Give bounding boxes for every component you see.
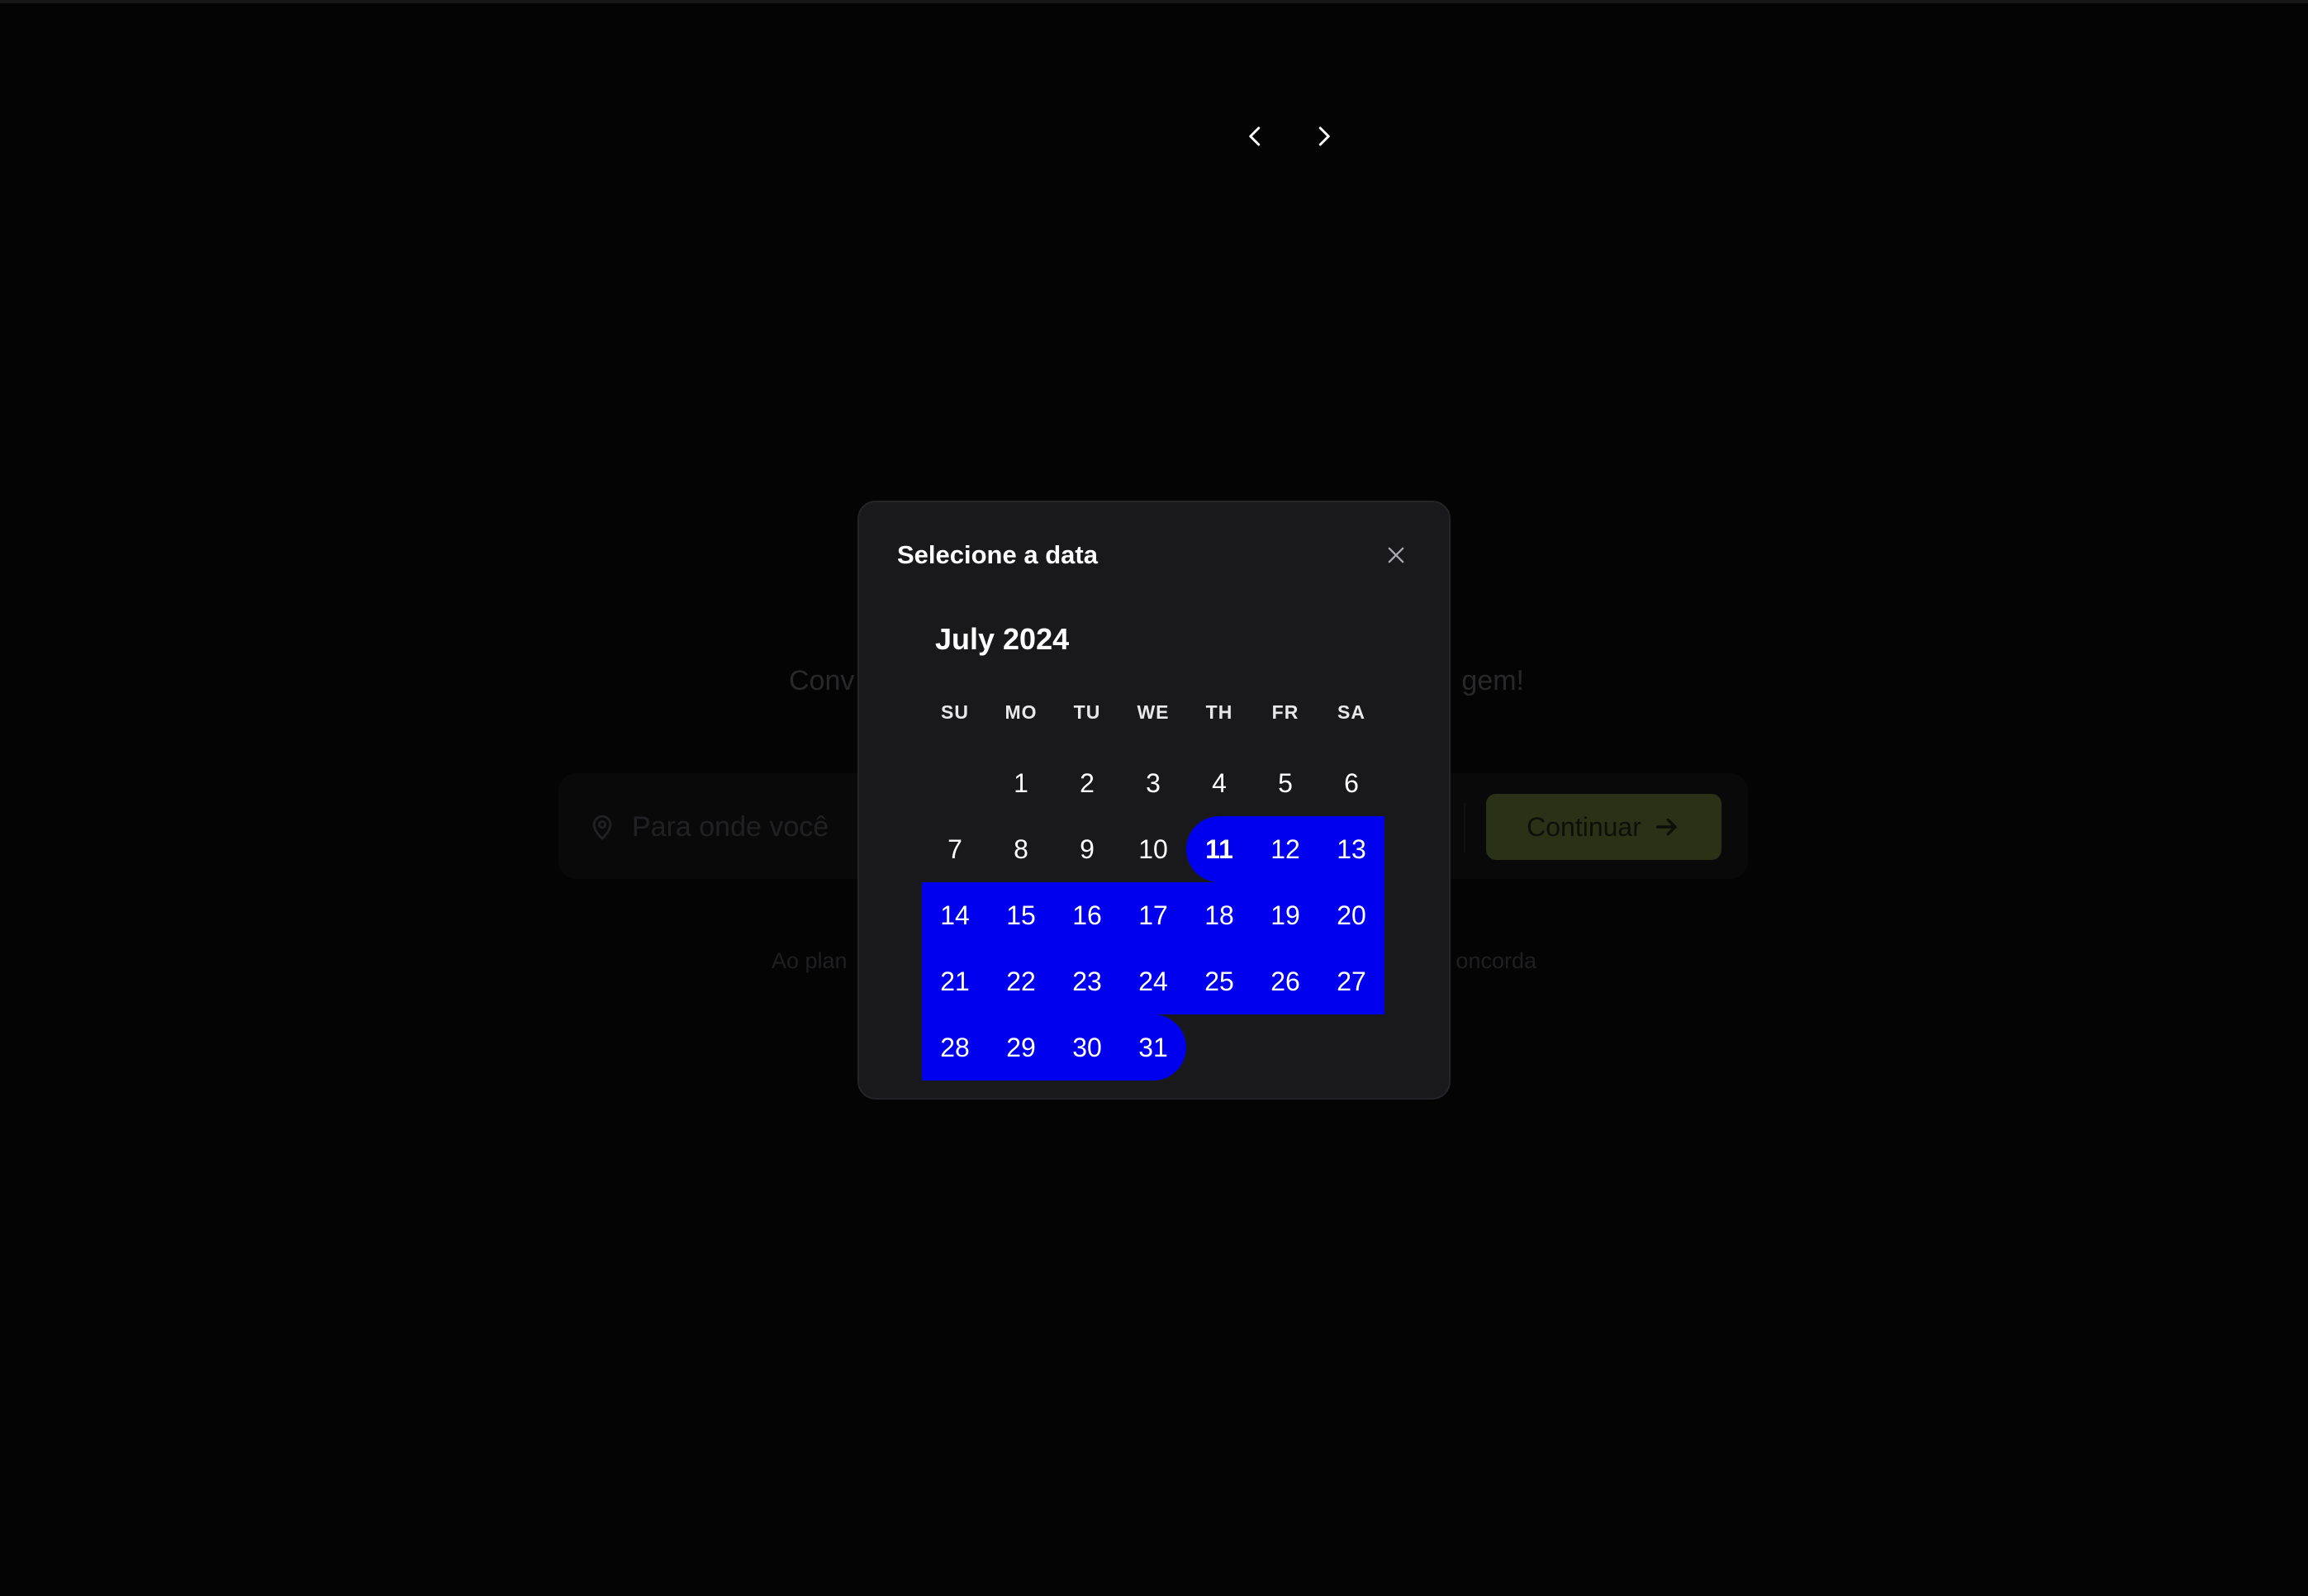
weekday-label: TH xyxy=(1205,701,1233,723)
weekday-label: SU xyxy=(941,701,969,723)
calendar-week-row: 14 15 16 17 18 19 20 xyxy=(922,882,1384,948)
calendar-week-row: 7 8 9 10 11 12 13 xyxy=(922,816,1384,882)
calendar-day-3[interactable]: 3 xyxy=(1120,750,1186,816)
previous-month-button[interactable] xyxy=(1235,116,1276,157)
calendar-day-4[interactable]: 4 xyxy=(1186,750,1252,816)
calendar-day-17[interactable]: 17 xyxy=(1120,882,1186,948)
chevron-right-icon xyxy=(1318,126,1330,146)
calendar-day-25[interactable]: 25 xyxy=(1186,948,1252,1014)
weekday-label: SA xyxy=(1337,701,1365,723)
calendar-week-row: 28 29 30 31 xyxy=(922,1014,1384,1081)
calendar-day-31[interactable]: 31 xyxy=(1120,1014,1186,1081)
month-label: July 2024 xyxy=(935,622,1070,656)
calendar-day-2[interactable]: 2 xyxy=(1054,750,1120,816)
calendar-grid: SU MO TU WE TH FR SA 1 2 3 4 5 6 7 8 9 10 11 12 13 14 15 16 17… xyxy=(922,687,1384,1081)
next-month-button[interactable] xyxy=(1303,116,1344,157)
calendar-day-6[interactable]: 6 xyxy=(1318,750,1384,816)
calendar-day-29[interactable]: 29 xyxy=(988,1014,1054,1081)
calendar-day-24[interactable]: 24 xyxy=(1120,948,1186,1014)
calendar-empty-cell xyxy=(1318,1014,1384,1081)
weekday-label: MO xyxy=(1004,701,1038,723)
calendar-day-10[interactable]: 10 xyxy=(1120,816,1186,882)
calendar-week-row: 123456 xyxy=(922,750,1384,816)
calendar-day-12[interactable]: 12 xyxy=(1252,816,1318,882)
calendar-day-21[interactable]: 21 xyxy=(922,948,988,1014)
calendar-day-5[interactable]: 5 xyxy=(1252,750,1318,816)
calendar-day-20[interactable]: 20 xyxy=(1318,882,1384,948)
date-picker-modal: Selecione a data July 2024 SU MO TU WE TH FR S… xyxy=(857,501,1451,1100)
weekday-label: FR xyxy=(1271,701,1299,723)
calendar-empty-cell xyxy=(1186,1014,1252,1081)
modal-title: Selecione a data xyxy=(897,540,1098,569)
calendar-day-30[interactable]: 30 xyxy=(1054,1014,1120,1081)
calendar-day-16[interactable]: 16 xyxy=(1054,882,1120,948)
calendar-day-1[interactable]: 1 xyxy=(988,750,1054,816)
calendar-day-7[interactable]: 7 xyxy=(922,816,988,882)
close-button[interactable] xyxy=(1380,539,1413,572)
calendar-day-14[interactable]: 14 xyxy=(922,882,988,948)
calendar-day-11[interactable]: 11 xyxy=(1186,816,1252,882)
calendar-day-15[interactable]: 15 xyxy=(988,882,1054,948)
weekday-label: WE xyxy=(1137,701,1170,723)
calendar-day-28[interactable]: 28 xyxy=(922,1014,988,1081)
calendar-day-8[interactable]: 8 xyxy=(988,816,1054,882)
calendar-weeks: 1 2 3 4 5 6 7 8 9 10 11 12 13 14 15 16 17 18 19 20 21 22 23 24 2… xyxy=(922,750,1384,1081)
calendar-day-19[interactable]: 19 xyxy=(1252,882,1318,948)
close-icon xyxy=(1388,547,1404,563)
chevron-left-icon xyxy=(1249,126,1261,146)
calendar-empty-cell xyxy=(1252,1014,1318,1081)
calendar-day-9[interactable]: 9 xyxy=(1054,816,1120,882)
calendar-day-22[interactable]: 22 xyxy=(988,948,1054,1014)
weekday-header: SU MO TU WE TH FR SA xyxy=(922,687,1384,737)
calendar-day-18[interactable]: 18 xyxy=(1186,882,1252,948)
calendar-day-26[interactable]: 26 xyxy=(1252,948,1318,1014)
calendar-day-27[interactable]: 27 xyxy=(1318,948,1384,1014)
weekday-label: TU xyxy=(1073,701,1101,723)
calendar-empty-cell xyxy=(922,750,988,816)
calendar-week-row: 21 22 23 24 25 26 27 xyxy=(922,948,1384,1014)
calendar-day-13[interactable]: 13 xyxy=(1318,816,1384,882)
calendar-day-23[interactable]: 23 xyxy=(1054,948,1120,1014)
